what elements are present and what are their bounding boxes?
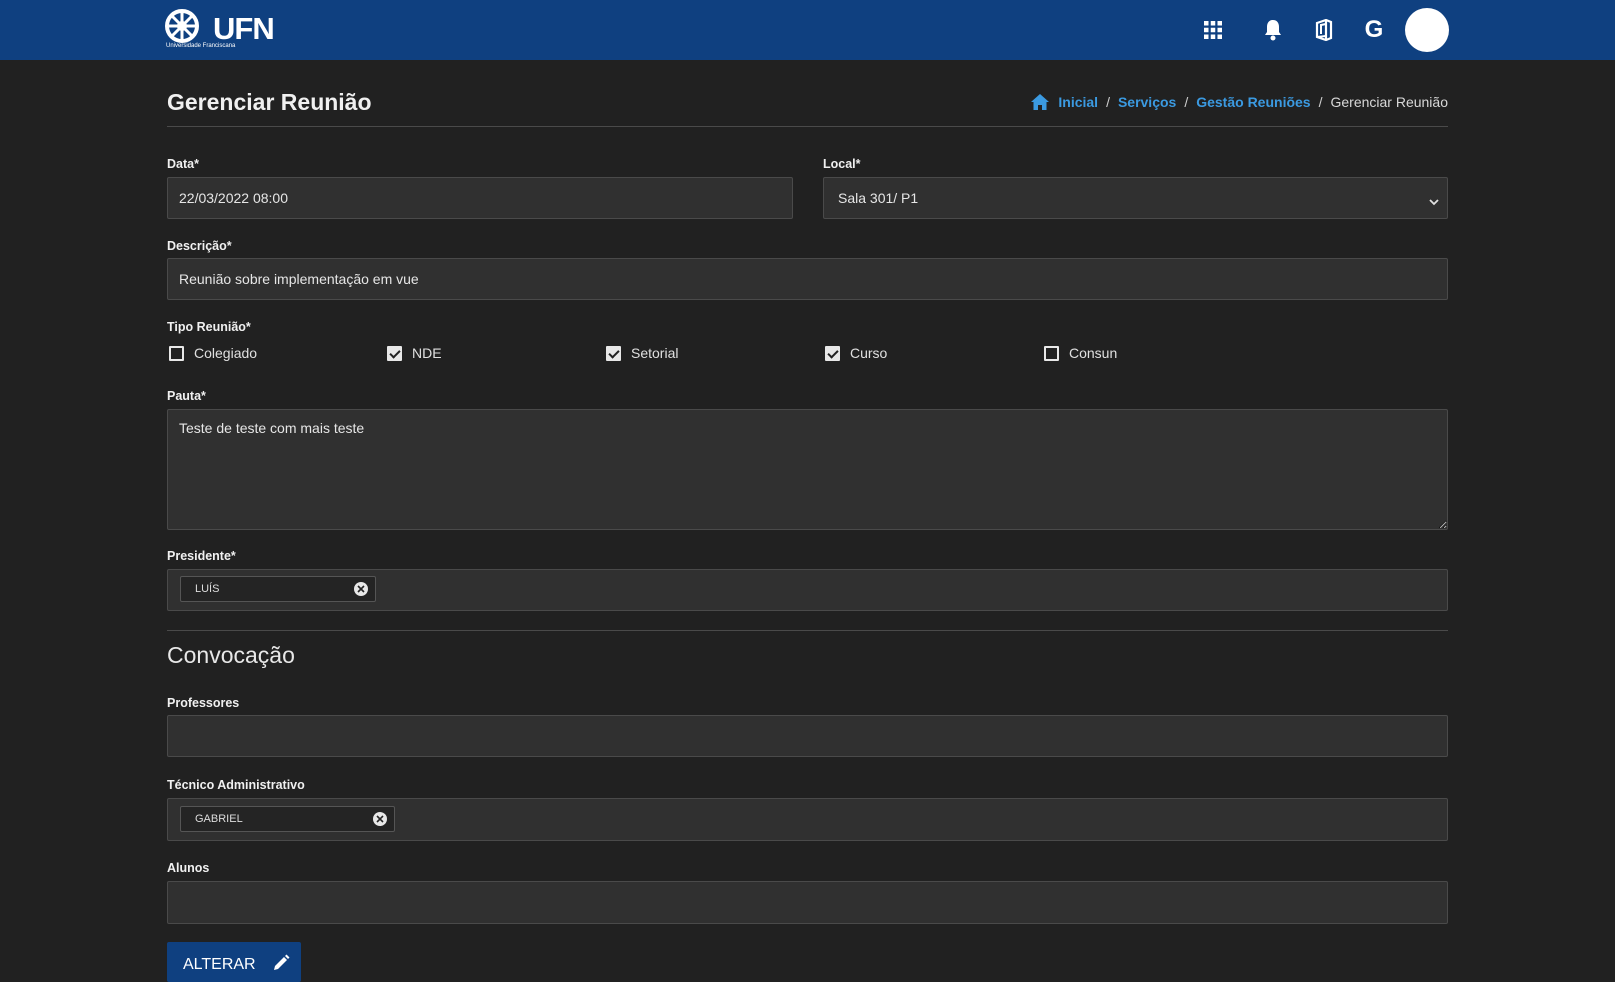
checkbox-label: Colegiado [194,345,258,361]
alterar-label: ALTERAR [183,956,256,973]
pencil-icon [272,954,290,972]
local-selected-value: Sala 301/ P1 [838,190,919,206]
alunos-label: Alunos [167,861,210,875]
presidente-label: Presidente* [167,549,236,563]
checkbox-colegiado[interactable]: Colegiado [169,345,257,361]
tecnico-chip: GABRIEL [180,806,395,832]
local-label: Local* [823,157,861,171]
checkbox-consun[interactable]: Consun [1044,345,1117,361]
tecnico-label: Técnico Administrativo [167,778,305,792]
user-initial-badge[interactable]: G [1361,16,1387,43]
chip-label: LUÍS [195,583,220,595]
chevron-down-icon [1429,193,1439,209]
data-label: Data* [167,157,199,171]
pauta-textarea[interactable]: Teste de teste com mais teste [167,409,1448,530]
tipo-reuniao-label: Tipo Reunião* [167,320,251,334]
remove-chip-icon[interactable] [354,582,368,596]
checkbox-label: Consun [1069,345,1118,361]
checkbox-box[interactable] [1044,345,1059,361]
local-select[interactable]: Sala 301/ P1 [823,177,1448,219]
pauta-label: Pauta* [167,389,206,403]
descricao-input[interactable] [167,258,1448,300]
checkbox-label: NDE [412,345,442,361]
checkbox-box[interactable] [606,345,621,361]
section-divider [167,630,1448,631]
breadcrumb-separator: / [1184,94,1189,110]
breadcrumb-servicos[interactable]: Serviços [1118,94,1176,110]
page-title: Gerenciar Reunião [167,89,372,115]
checkbox-box[interactable] [169,345,184,361]
avatar[interactable] [1405,8,1449,52]
office-icon[interactable] [1311,17,1337,43]
checkbox-setorial[interactable]: Setorial [606,345,678,361]
alterar-button[interactable]: ALTERAR [167,942,301,982]
professores-multiselect[interactable] [167,715,1448,757]
checkbox-label: Setorial [631,345,679,361]
apps-grid-icon[interactable] [1200,17,1226,43]
remove-chip-icon[interactable] [373,812,387,826]
top-navbar: UFN Universidade Franciscana G [0,0,1615,60]
header-divider [167,126,1448,127]
checkbox-label: Curso [850,345,888,361]
bell-icon[interactable] [1260,17,1286,43]
user-initial: G [1364,16,1384,43]
breadcrumb-gestao-reunioes[interactable]: Gestão Reuniões [1196,94,1310,110]
breadcrumb-separator: / [1106,94,1110,110]
breadcrumb: Inicial / Serviços / Gestão Reuniões / G… [1030,93,1448,111]
checkbox-box[interactable] [825,345,840,361]
home-icon[interactable] [1030,93,1050,111]
professores-label: Professores [167,696,240,710]
breadcrumb-separator: / [1318,94,1323,110]
breadcrumb-current: Gerenciar Reunião [1330,94,1448,110]
alunos-multiselect[interactable] [167,881,1448,924]
breadcrumb-inicial[interactable]: Inicial [1058,94,1098,110]
checkbox-curso[interactable]: Curso [825,345,887,361]
convocacao-heading: Convocação [167,642,295,668]
descricao-label: Descrição* [167,239,232,253]
logo-text: UFN [213,11,275,46]
logo-subtitle: Universidade Franciscana [166,43,236,49]
checkbox-box[interactable] [387,345,402,361]
presidente-chip: LUÍS [180,576,376,602]
ufn-emblem-icon [165,9,199,43]
ufn-logo[interactable]: UFN Universidade Franciscana [165,9,275,51]
chip-label: GABRIEL [195,813,243,825]
data-input[interactable] [167,177,793,219]
checkbox-nde[interactable]: NDE [387,345,442,361]
